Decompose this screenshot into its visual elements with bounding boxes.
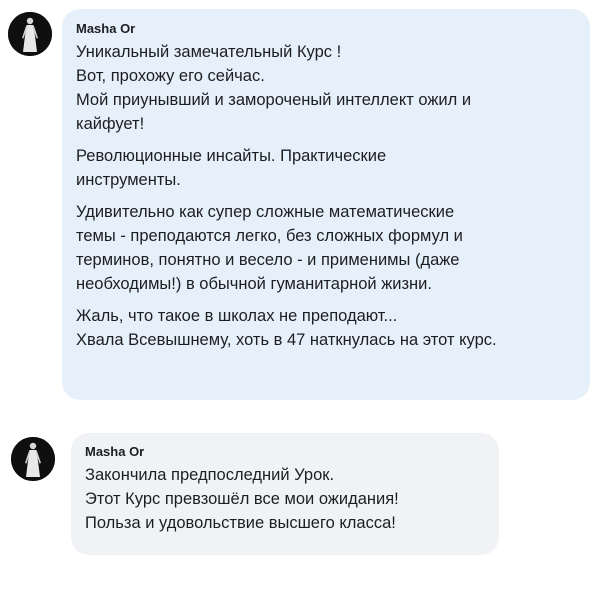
comment-author[interactable]: Masha Or	[76, 20, 578, 38]
comment-line: инструменты.	[76, 171, 181, 189]
comment-paragraph: Удивительно как супер сложные математиче…	[76, 200, 578, 296]
comment-line: темы - преподаются легко, без сложных фо…	[76, 227, 463, 245]
comment-line: терминов, понятно и весело - и применимы…	[76, 251, 460, 269]
comment-line: кайфует!	[76, 115, 145, 133]
avatar[interactable]	[11, 437, 55, 481]
comment-line: Жаль, что такое в школах не преподают...	[76, 307, 398, 325]
comment-line: Уникальный замечательный Курс !	[76, 43, 342, 61]
comment-paragraph: Революционные инсайты. Практические инст…	[76, 144, 578, 192]
comment-line: Польза и удовольствие высшего класса!	[85, 514, 396, 532]
user-avatar-icon	[8, 12, 52, 56]
comment-line: Этот Курс превзошёл все мои ожидания!	[85, 490, 399, 508]
comment-author[interactable]: Masha Or	[85, 443, 487, 461]
comment-line: Удивительно как супер сложные математиче…	[76, 203, 455, 221]
comment-line: Вот, прохожу его сейчас.	[76, 67, 265, 85]
user-avatar-icon	[11, 437, 55, 481]
comment-line: Закончила предпоследний Урок.	[85, 466, 335, 484]
avatar[interactable]	[8, 12, 52, 56]
comment-paragraph: Уникальный замечательный Курс ! Вот, про…	[76, 40, 578, 136]
comment-line: Революционные инсайты. Практические	[76, 147, 387, 165]
comment-line: Хвала Всевышнему, хоть в 47 наткнулась н…	[76, 331, 497, 349]
comment-paragraph: Жаль, что такое в школах не преподают...…	[76, 304, 578, 352]
comment-paragraph: Закончила предпоследний Урок. Этот Курс …	[85, 463, 487, 535]
comment-line: Мой приунывший и замороченый интеллект о…	[76, 91, 472, 109]
comment-bubble: Masha Or Закончила предпоследний Урок. Э…	[71, 433, 499, 555]
comment-bubble: Masha Or Уникальный замечательный Курс !…	[62, 9, 590, 400]
comment-line: необходимы!) в обычной гуманитарной жизн…	[76, 275, 432, 293]
